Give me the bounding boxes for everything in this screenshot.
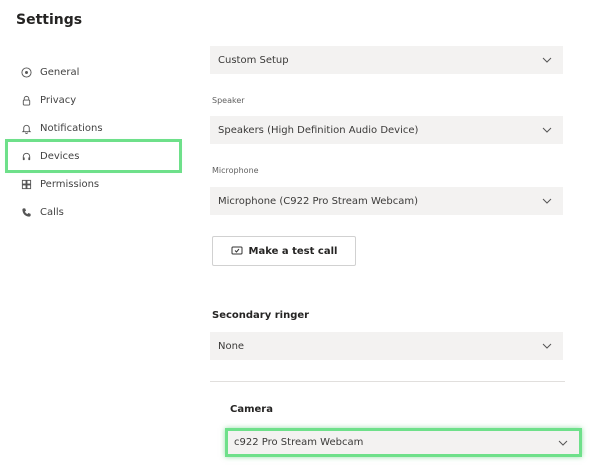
microphone-label: Microphone <box>212 166 259 175</box>
secondary-ringer-value: None <box>218 340 245 352</box>
general-icon <box>18 64 34 80</box>
camera-label: Camera <box>230 404 273 415</box>
microphone-value: Microphone (C922 Pro Stream Webcam) <box>218 195 419 207</box>
headset-icon <box>18 148 34 164</box>
secondary-ringer-dropdown[interactable]: None <box>210 332 563 360</box>
sidebar-item-label: Privacy <box>40 94 77 106</box>
section-divider <box>210 381 565 382</box>
speaker-label: Speaker <box>212 96 245 105</box>
chevron-down-icon <box>541 54 553 66</box>
phone-icon <box>18 204 34 220</box>
speaker-dropdown[interactable]: Speakers (High Definition Audio Device) <box>210 116 563 144</box>
microphone-dropdown[interactable]: Microphone (C922 Pro Stream Webcam) <box>210 187 563 215</box>
test-call-icon <box>231 246 243 255</box>
sidebar-item-label: General <box>40 66 80 78</box>
chevron-down-icon <box>541 340 553 352</box>
audio-setup-dropdown[interactable]: Custom Setup <box>210 46 563 74</box>
sidebar-item-permissions[interactable]: Permissions <box>12 170 192 198</box>
page-title: Settings <box>16 12 83 28</box>
make-test-call-button[interactable]: Make a test call <box>212 236 356 266</box>
grid-icon <box>18 176 34 192</box>
sidebar-item-devices[interactable]: Devices <box>5 139 182 173</box>
sidebar-item-general[interactable]: General <box>12 58 192 86</box>
chevron-down-icon <box>541 195 553 207</box>
camera-value: c922 Pro Stream Webcam <box>234 437 364 448</box>
make-test-call-label: Make a test call <box>248 245 338 257</box>
chevron-down-icon <box>557 437 569 449</box>
lock-icon <box>18 92 34 108</box>
sidebar-item-label: Calls <box>40 206 64 218</box>
speaker-value: Speakers (High Definition Audio Device) <box>218 124 419 136</box>
sidebar-item-privacy[interactable]: Privacy <box>12 86 192 114</box>
secondary-ringer-label: Secondary ringer <box>212 310 310 321</box>
chevron-down-icon <box>541 124 553 136</box>
bell-icon <box>18 120 34 136</box>
settings-sidebar: General Privacy Notifications Devices Pe… <box>5 58 192 226</box>
sidebar-item-calls[interactable]: Calls <box>12 198 192 226</box>
sidebar-item-label: Permissions <box>40 178 100 190</box>
sidebar-item-label: Notifications <box>40 122 103 134</box>
audio-setup-value: Custom Setup <box>218 54 289 66</box>
sidebar-item-notifications[interactable]: Notifications <box>12 114 192 142</box>
sidebar-item-label: Devices <box>40 150 80 162</box>
camera-dropdown[interactable]: c922 Pro Stream Webcam <box>225 428 582 457</box>
